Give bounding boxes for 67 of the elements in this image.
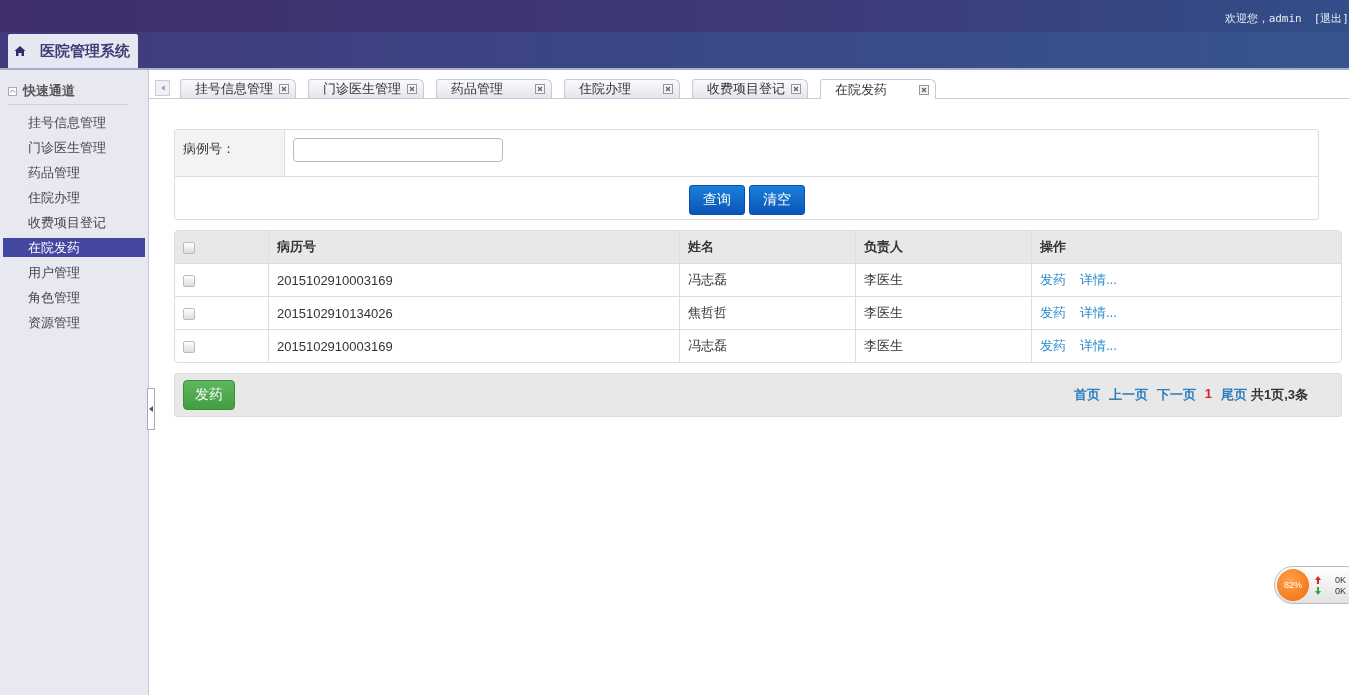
tab[interactable]: 收费项目登记 — [692, 79, 808, 98]
sidebar-item[interactable]: 角色管理 — [3, 288, 145, 307]
tab[interactable]: 在院发药 — [820, 79, 936, 99]
column-header: 操作 — [1031, 231, 1341, 263]
home-icon — [14, 45, 26, 57]
page-summary: 共1页,3条 — [1250, 386, 1308, 404]
tab[interactable]: 药品管理 — [436, 79, 552, 98]
caret-icon — [160, 85, 165, 91]
sidebar-item[interactable]: 在院发药 — [3, 238, 145, 257]
input-field[interactable] — [293, 138, 503, 162]
page-link[interactable]: 首页 — [1073, 386, 1100, 404]
close-icon[interactable] — [535, 84, 545, 94]
page-link[interactable]: 尾页 — [1220, 386, 1247, 404]
table-cell: 李医生 — [855, 329, 1031, 362]
clear-button[interactable]: 清空 — [748, 185, 805, 215]
field-label: 病例号： — [175, 130, 285, 176]
column-header: 负责人 — [855, 231, 1031, 263]
page-link[interactable]: 上一页 — [1108, 386, 1148, 404]
action-link[interactable]: 详情... — [1080, 272, 1117, 287]
checkbox[interactable] — [183, 242, 195, 255]
action-link[interactable]: 发药 — [1040, 272, 1066, 287]
up-arrow-icon — [1315, 575, 1321, 584]
sidebar-item[interactable]: 收费项目登记 — [3, 213, 145, 232]
table-cell: 2015102910003169 — [268, 329, 679, 362]
tab[interactable]: 门诊医生管理 — [308, 79, 424, 98]
sidebar-item[interactable]: 挂号信息管理 — [3, 113, 145, 132]
table-cell: 焦哲哲 — [679, 296, 855, 329]
speed-value: 0K — [1335, 585, 1346, 596]
column-header: 病历号 — [268, 231, 679, 263]
table-cell: 李医生 — [855, 263, 1031, 296]
checkbox[interactable] — [183, 275, 195, 288]
action-link[interactable]: 详情... — [1080, 305, 1117, 320]
sidebar-item[interactable]: 用户管理 — [3, 263, 145, 282]
checkbox[interactable] — [183, 308, 195, 321]
welcome-text: 欢迎您，admin — [1224, 10, 1302, 26]
close-icon[interactable] — [919, 84, 929, 95]
column-header: 姓名 — [679, 231, 855, 263]
table-cell: 2015102910134026 — [268, 296, 679, 329]
table-cell: 2015102910003169 — [268, 263, 679, 296]
close-icon[interactable] — [279, 84, 289, 94]
checkbox[interactable] — [183, 341, 195, 354]
table-cell: 冯志磊 — [679, 263, 855, 296]
tab[interactable]: 挂号信息管理 — [180, 79, 296, 98]
sidebar-item[interactable]: 药品管理 — [3, 163, 145, 182]
app-title-tab[interactable]: 医院管理系统 — [8, 34, 138, 68]
close-icon[interactable] — [663, 84, 673, 94]
close-icon[interactable] — [407, 84, 417, 94]
sidebar-item[interactable]: 住院办理 — [3, 188, 145, 207]
section-heading: 快速通道 — [23, 82, 75, 100]
usage-gauge: 82% — [1277, 569, 1309, 601]
speed-value: 0K — [1335, 574, 1346, 585]
search-button[interactable]: 查询 — [688, 185, 745, 215]
sidebar-item[interactable]: 门诊医生管理 — [3, 138, 145, 157]
page-link[interactable]: 下一页 — [1156, 386, 1196, 404]
table-cell: 李医生 — [855, 296, 1031, 329]
down-arrow-icon — [1315, 586, 1321, 595]
sidebar-item[interactable]: 资源管理 — [3, 313, 145, 332]
action-link[interactable]: 详情... — [1080, 338, 1117, 353]
table-cell: 冯志磊 — [679, 329, 855, 362]
tab[interactable]: 住院办理 — [564, 79, 680, 98]
logout-link[interactable]: [退出] — [1313, 10, 1349, 26]
close-icon[interactable] — [791, 84, 801, 94]
action-link[interactable]: 发药 — [1040, 305, 1066, 320]
current-page: 1 — [1204, 386, 1212, 403]
network-monitor-widget[interactable]: 82% 0K 0K — [1274, 566, 1349, 604]
collapse-handle[interactable] — [147, 388, 155, 430]
action-link[interactable]: 发药 — [1040, 338, 1066, 353]
